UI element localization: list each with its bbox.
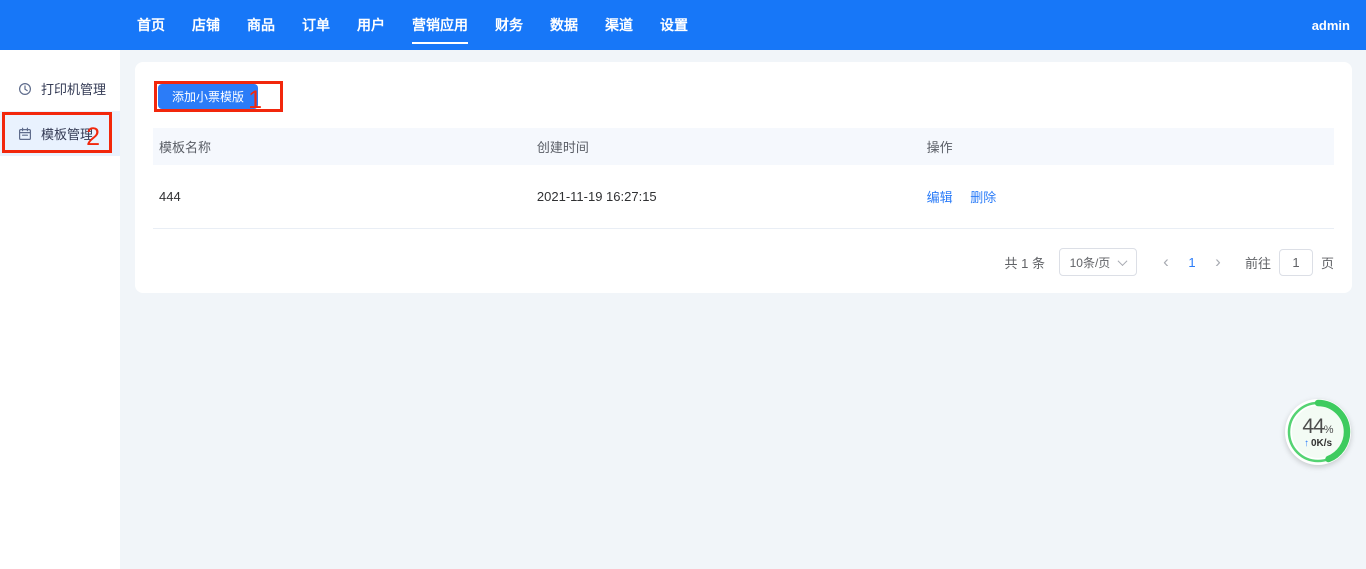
column-header-template-name: 模板名称 (153, 137, 531, 156)
nav-item-goods[interactable]: 商品 (247, 0, 275, 50)
nav-item-marketing-apps[interactable]: 营销应用 (412, 0, 468, 50)
column-header-created-time: 创建时间 (531, 137, 921, 156)
nav-menu: 首页 店铺 商品 订单 用户 营销应用 财务 数据 渠道 设置 (137, 0, 688, 50)
calendar-icon (18, 127, 32, 141)
page-unit-label: 页 (1321, 253, 1334, 272)
goto-page-input[interactable] (1279, 249, 1313, 276)
add-receipt-template-button[interactable]: 添加小票模版 (158, 84, 258, 109)
pagination-total-label: 共 1 条 (1005, 253, 1045, 272)
nav-item-finance[interactable]: 财务 (495, 0, 523, 50)
sidebar-item-label: 模板管理 (41, 124, 93, 143)
cell-created-time: 2021-11-19 16:27:15 (531, 189, 921, 204)
page-size-value: 10条/页 (1070, 254, 1111, 271)
network-speed-gauge[interactable]: 44% ↑ 0K/s (1285, 399, 1351, 465)
next-page-button[interactable]: › (1205, 248, 1231, 276)
page-size-select[interactable]: 10条/页 (1059, 248, 1137, 276)
pagination: 共 1 条 10条/页 ‹ 1 › 前往 页 (153, 248, 1334, 276)
template-list-card: 添加小票模版 模板名称 创建时间 操作 444 2021-11-19 16:27… (135, 62, 1352, 293)
top-navbar: 首页 店铺 商品 订单 用户 营销应用 财务 数据 渠道 设置 admin (0, 0, 1366, 50)
sidebar-item-printer-management[interactable]: 打印机管理 (0, 66, 120, 111)
page-number-1[interactable]: 1 (1179, 255, 1205, 270)
table-header-row: 模板名称 创建时间 操作 (153, 128, 1334, 165)
chevron-down-icon (1118, 256, 1128, 266)
edit-link[interactable]: 编辑 (927, 190, 953, 205)
current-user-label[interactable]: admin (1312, 18, 1350, 33)
cell-template-name: 444 (153, 189, 531, 204)
nav-item-channels[interactable]: 渠道 (605, 0, 633, 50)
delete-link[interactable]: 删除 (970, 190, 996, 205)
nav-item-users[interactable]: 用户 (357, 0, 385, 50)
upload-speed-value: 0K/s (1311, 438, 1332, 449)
sidebar-item-template-management[interactable]: 模板管理 (0, 111, 120, 156)
nav-item-orders[interactable]: 订单 (302, 0, 330, 50)
clock-icon (18, 82, 32, 96)
column-header-actions: 操作 (921, 137, 1334, 156)
nav-item-data[interactable]: 数据 (550, 0, 578, 50)
gauge-percent: 44% (1302, 416, 1333, 437)
nav-item-home[interactable]: 首页 (137, 0, 165, 50)
gauge-readout: 44% ↑ 0K/s (1285, 399, 1351, 465)
sidebar-item-label: 打印机管理 (41, 79, 106, 98)
goto-page-label: 前往 (1245, 253, 1271, 272)
nav-item-settings[interactable]: 设置 (660, 0, 688, 50)
prev-page-button[interactable]: ‹ (1153, 248, 1179, 276)
template-table: 模板名称 创建时间 操作 444 2021-11-19 16:27:15 编辑 … (153, 128, 1334, 276)
arrow-up-icon: ↑ (1304, 438, 1309, 449)
sidebar: 打印机管理 模板管理 (0, 50, 120, 569)
table-row: 444 2021-11-19 16:27:15 编辑 删除 (153, 165, 1334, 229)
nav-item-store[interactable]: 店铺 (192, 0, 220, 50)
gauge-upload-speed: ↑ 0K/s (1304, 438, 1332, 449)
main-content-area: 添加小票模版 模板名称 创建时间 操作 444 2021-11-19 16:27… (120, 50, 1366, 569)
cell-actions: 编辑 删除 (921, 187, 1334, 206)
